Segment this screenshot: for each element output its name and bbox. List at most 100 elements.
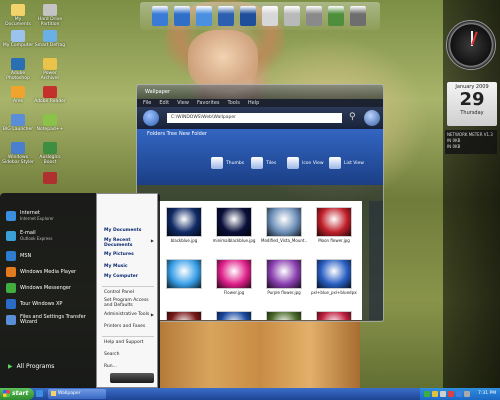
thumbnail-item[interactable] <box>311 311 357 320</box>
desktop-app-icon <box>43 142 57 154</box>
thumbnail-item[interactable]: blackblue.jpg <box>161 207 207 243</box>
start-menu-place[interactable]: Set Program Access and Defaults <box>104 298 156 308</box>
start-menu-place[interactable]: Printers and Faxes <box>104 324 156 329</box>
new-folder-link[interactable]: New Folder <box>179 131 207 137</box>
address-bar[interactable]: C:\WINDOWS\Web\Wallpaper <box>167 113 342 123</box>
menu-edit[interactable]: Edit <box>159 100 169 106</box>
thumbnail-item[interactable]: Moon flower.jpg <box>311 207 357 243</box>
search-icon[interactable]: ⚲ <box>349 112 359 124</box>
desktop-icon-label: Smart Defrag <box>34 43 66 48</box>
thumbnail-item[interactable]: minimalblackblue.jpg <box>211 207 257 243</box>
thumbnail-item[interactable] <box>211 311 257 320</box>
start-menu-place[interactable]: My Music <box>104 264 156 269</box>
quicklaunch-ie-icon[interactable] <box>36 390 43 397</box>
desktop-icon[interactable] <box>34 172 66 185</box>
desktop-icon[interactable]: Notepad++ <box>34 114 66 132</box>
dock-icon-5[interactable] <box>240 6 256 26</box>
place-label: Run... <box>104 364 117 369</box>
thumbnail-image <box>166 259 202 289</box>
desktop-icon-label: Windows Sidebar Styler <box>2 155 34 165</box>
taskbar-button-wallpaper[interactable]: Wallpaper <box>48 389 106 399</box>
menu-favorites[interactable]: Favorites <box>197 100 220 106</box>
thumbnail-item[interactable]: Flower.jpg <box>211 259 257 295</box>
start-menu-place[interactable]: Run... <box>104 364 156 369</box>
thumbnail-item[interactable]: Modified_Vista_Mount... <box>261 207 307 243</box>
calendar-gadget[interactable]: January 2009 29 Thursday <box>447 82 497 126</box>
start-menu-place[interactable]: Control Panel <box>104 290 156 295</box>
desktop-icon[interactable]: Adobe Photoshop <box>2 58 34 81</box>
folders-tree-link[interactable]: Folders Tree <box>147 131 177 137</box>
thumbs-icon <box>211 157 223 169</box>
program-subtitle: Internet Explorer <box>20 216 54 221</box>
start-menu-place[interactable]: My Computer <box>104 274 156 279</box>
start-menu-place[interactable]: Help and Support <box>104 340 156 345</box>
dock-icon-8[interactable] <box>306 6 322 26</box>
all-programs-button[interactable]: ▶ All Programs <box>8 363 54 370</box>
thumbnail-image <box>316 311 352 320</box>
window-title[interactable]: Wallpaper <box>137 85 383 99</box>
dock-icon-3[interactable] <box>196 6 212 26</box>
desktop-icon[interactable]: Smart Defrag <box>34 30 66 48</box>
view-list-button[interactable]: List View <box>329 157 364 169</box>
menu-file[interactable]: File <box>143 100 151 106</box>
start-menu-program[interactable]: Windows Media Player <box>6 267 76 277</box>
tray-icon[interactable] <box>432 391 438 397</box>
desktop-icon[interactable]: Hard Drive Partition <box>34 4 66 27</box>
dock-icon-6[interactable] <box>262 6 278 26</box>
desktop-icon[interactable]: Power Archiver <box>34 58 66 81</box>
power-button[interactable] <box>110 373 154 383</box>
start-button[interactable]: start <box>0 388 34 400</box>
clock-gadget[interactable] <box>446 20 496 70</box>
thumbnail-image <box>316 207 352 237</box>
view-icons-button[interactable]: Icon View <box>287 157 324 169</box>
thumbnail-item[interactable]: Purple flower.jpg <box>261 259 307 295</box>
dock-icon-10[interactable] <box>350 6 366 26</box>
start-menu-program[interactable]: E-mail Outlook Express <box>6 231 52 241</box>
thumbnail-item[interactable]: pxl+blue_pxl+bluedpxl.jpg <box>311 259 357 295</box>
start-menu-place[interactable]: My Pictures <box>104 252 156 257</box>
dock-icon-9[interactable] <box>328 6 344 26</box>
desktop-icon[interactable]: My Computer <box>2 30 34 48</box>
start-menu-program[interactable]: MSN <box>6 251 31 261</box>
start-menu-place[interactable]: Administrative Tools ▶ <box>104 312 156 317</box>
thumbnail-item[interactable] <box>161 259 207 290</box>
thumbnail-item[interactable] <box>261 311 307 320</box>
dock-icon-7[interactable] <box>284 6 300 26</box>
desktop-icon[interactable]: Adobe Reader <box>34 86 66 104</box>
view-tiles-button[interactable]: Tiles <box>251 157 276 169</box>
view-thumbs-button[interactable]: Thumbs <box>211 157 244 169</box>
menu-help[interactable]: Help <box>248 100 259 106</box>
tray-clock[interactable]: 7:31 PM <box>478 391 496 396</box>
tray-icon[interactable] <box>464 391 470 397</box>
desktop-icon[interactable]: BIG Launcher <box>2 114 34 132</box>
scrollbar[interactable] <box>369 201 383 320</box>
dock-icon-2[interactable] <box>174 6 190 26</box>
dock-icon-4[interactable] <box>218 6 234 26</box>
start-menu-place[interactable]: My Recent Documents ▶ <box>104 238 156 248</box>
thumbnail-item[interactable] <box>161 311 207 320</box>
network-meter-gadget[interactable]: NETWORK METER V1.3 IN 0KB IN 0KB <box>445 130 497 154</box>
desktop-icon-label: BIG Launcher <box>2 127 34 132</box>
start-menu-program[interactable]: Files and Settings Transfer Wizard <box>6 315 96 325</box>
tray-icon[interactable] <box>456 391 462 397</box>
back-button[interactable] <box>143 110 159 126</box>
explorer-window[interactable]: Wallpaper File Edit View Favorites Tools… <box>136 84 384 322</box>
desktop-icon[interactable]: Auslogics Boost <box>34 142 66 165</box>
menu-tools[interactable]: Tools <box>228 100 240 106</box>
tray-icon[interactable] <box>424 391 430 397</box>
menu-view[interactable]: View <box>177 100 189 106</box>
desktop-icon[interactable]: My Documents <box>2 4 34 27</box>
start-menu-place[interactable]: My Documents <box>104 228 156 233</box>
thumbnail-image <box>316 259 352 289</box>
start-menu-program[interactable]: Windows Messenger <box>6 283 71 293</box>
start-menu-program[interactable]: Internet Internet Explorer <box>6 211 54 221</box>
start-menu-program[interactable]: Tour Windows XP <box>6 299 62 309</box>
tray-icon[interactable] <box>448 391 454 397</box>
forward-button[interactable] <box>364 110 380 126</box>
menu-divider <box>102 336 154 337</box>
desktop-icon[interactable]: Windows Sidebar Styler <box>2 142 34 165</box>
tray-icon[interactable] <box>440 391 446 397</box>
start-menu-place[interactable]: Search <box>104 352 156 357</box>
desktop-icon[interactable]: Ares <box>2 86 34 104</box>
dock-icon-1[interactable] <box>152 6 168 26</box>
